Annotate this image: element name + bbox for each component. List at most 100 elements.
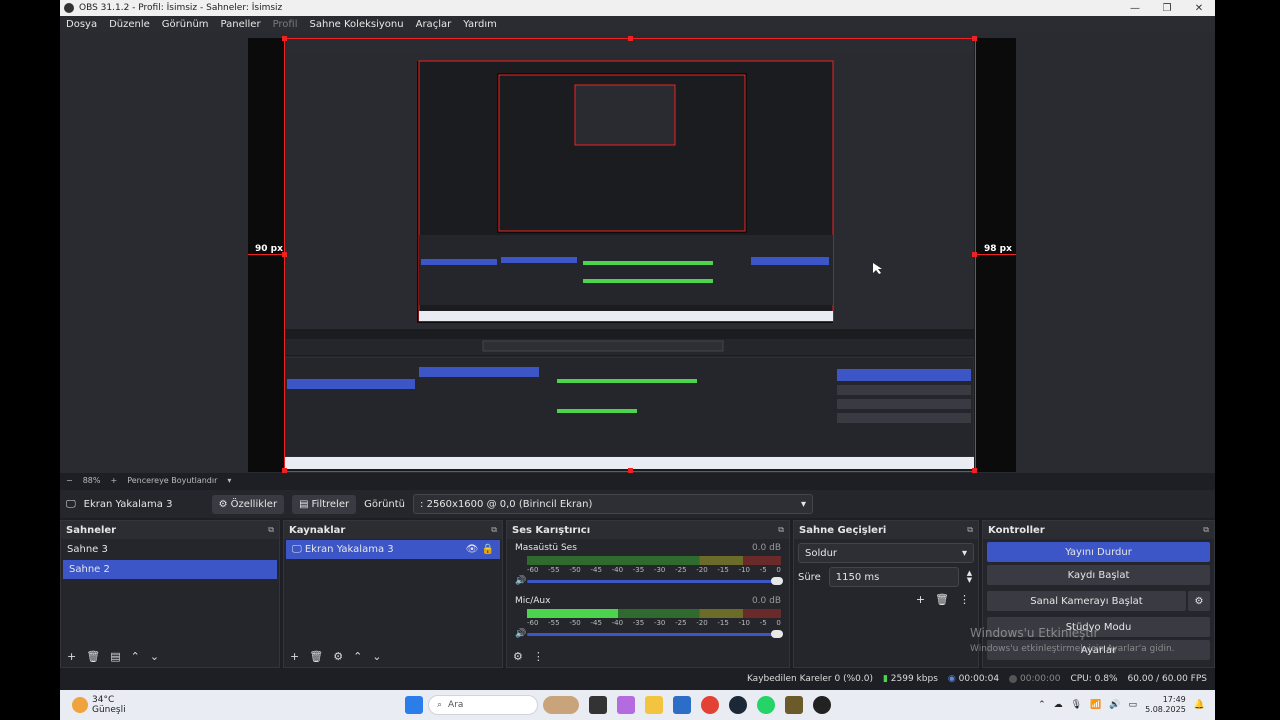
notifications-icon[interactable]: 🔔 <box>1194 700 1205 710</box>
preview-area[interactable]: 90 px 98 px <box>60 32 1215 473</box>
file-explorer-icon[interactable] <box>645 696 663 714</box>
display-select-value: : 2560x1600 @ 0,0 (Birincil Ekran) <box>420 498 593 510</box>
volume-slider[interactable] <box>527 576 783 585</box>
wifi-icon[interactable]: 📶 <box>1090 700 1101 710</box>
mixer-channel-desktop: Masaüstü Ses 0.0 dB -60 -55 -50 -45 -40 -35 -30… <box>507 539 789 586</box>
taskbar-search[interactable]: ⌕ Ara <box>428 695 538 715</box>
resize-handle[interactable] <box>282 36 287 41</box>
zoom-out-button[interactable]: − <box>66 476 73 485</box>
trash-icon[interactable]: 🗑 <box>309 650 323 663</box>
system-tray: ⌃ ☁ 🎙 📶 🔊 ▭ 17:49 5.08.2025 🔔 <box>1038 695 1215 715</box>
undock-icon[interactable]: ⧉ <box>778 525 784 535</box>
scenes-toolbar: + 🗑 ▤ ⌃ ⌄ <box>67 650 159 663</box>
volume-slider[interactable] <box>527 629 783 638</box>
screen-capture-source[interactable] <box>284 38 976 472</box>
virtual-camera-settings-button[interactable]: ⚙ <box>1188 591 1210 611</box>
chevron-up-icon[interactable]: ⌃ <box>131 650 140 663</box>
menu-yardim[interactable]: Yardım <box>463 19 497 30</box>
menu-gorunum[interactable]: Görünüm <box>162 19 209 30</box>
undock-icon[interactable]: ⧉ <box>1203 525 1209 535</box>
chevron-up-icon[interactable]: ⌃ <box>353 650 362 663</box>
chevron-down-icon[interactable]: ⌄ <box>150 650 159 663</box>
menu-profil[interactable]: Profil <box>273 19 298 30</box>
menu-paneller[interactable]: Paneller <box>221 19 261 30</box>
display-label: Görüntü <box>364 498 406 510</box>
weather-condition: Güneşli <box>92 705 126 715</box>
zoom-in-button[interactable]: + <box>110 476 117 485</box>
chevron-down-icon[interactable]: ⌄ <box>372 650 381 663</box>
source-item[interactable]: 🖵 Ekran Yakalama 3 👁 🔒 <box>286 540 500 559</box>
resize-handle[interactable] <box>628 36 633 41</box>
weather-widget[interactable]: 34°C Güneşli <box>60 695 400 715</box>
lock-icon[interactable]: 🔒 <box>482 544 494 555</box>
spin-arrows-icon[interactable]: ▲ ▼ <box>967 570 972 584</box>
maximize-icon[interactable]: ❐ <box>1151 3 1183 14</box>
more-options-icon[interactable]: ⋮ <box>533 650 544 663</box>
widgets-icon[interactable] <box>543 696 579 714</box>
add-icon[interactable]: + <box>916 593 925 606</box>
task-view-icon[interactable] <box>589 696 607 714</box>
volume-slider-knob[interactable] <box>771 629 783 638</box>
filters-button[interactable]: ▤ Filtreler <box>292 494 357 514</box>
meter-tick-label: -25 <box>675 619 687 627</box>
meter-tick-label: -60 <box>527 566 539 574</box>
speaker-icon[interactable]: 🔊 <box>515 629 527 639</box>
add-icon[interactable]: + <box>67 650 76 663</box>
gear-icon[interactable]: ⚙ <box>333 650 343 663</box>
advanced-audio-icon[interactable]: ⚙ <box>513 650 523 663</box>
properties-button[interactable]: ⚙ Özellikler <box>211 494 285 514</box>
meter-tick-label: -40 <box>611 619 624 627</box>
windows-start-icon[interactable] <box>405 696 423 714</box>
chevron-down-icon[interactable]: ▾ <box>227 476 231 485</box>
clock[interactable]: 17:49 5.08.2025 <box>1145 695 1186 715</box>
more-options-icon[interactable]: ⋮ <box>959 593 970 606</box>
preview-canvas[interactable] <box>248 36 1016 473</box>
game-icon[interactable] <box>785 696 803 714</box>
scene-item[interactable]: Sahne 2 <box>63 560 277 579</box>
add-icon[interactable]: + <box>290 650 299 663</box>
taskbar: 34°C Güneşli ⌕ Ara ⌃ ☁ 🎙 📶 🔊 ▭ 17:49 5.08.… <box>60 690 1215 720</box>
volume-icon[interactable]: 🔊 <box>1109 700 1120 710</box>
close-icon[interactable]: ✕ <box>1183 3 1215 14</box>
chrome-icon[interactable] <box>701 696 719 714</box>
chevron-up-icon[interactable]: ⌃ <box>1038 700 1046 710</box>
meter-tick-label: -5 <box>759 619 767 627</box>
meter-tick-label: -30 <box>653 619 666 627</box>
menu-dosya[interactable]: Dosya <box>66 19 97 30</box>
meter-tick-label: -20 <box>696 566 708 574</box>
volume-meter <box>527 556 781 565</box>
copilot-icon[interactable] <box>617 696 635 714</box>
minimize-icon[interactable]: — <box>1119 3 1151 14</box>
duration-input[interactable]: 1150 ms <box>828 567 959 587</box>
speaker-icon[interactable]: 🔊 <box>515 576 527 586</box>
battery-icon[interactable]: ▭ <box>1129 700 1138 710</box>
active-source-name: Ekran Yakalama 3 <box>83 498 173 510</box>
store-icon[interactable] <box>673 696 691 714</box>
undock-icon[interactable]: ⧉ <box>268 525 274 535</box>
stop-stream-button[interactable]: Yayını Durdur <box>987 542 1210 562</box>
source-item-label: Ekran Yakalama 3 <box>304 544 394 555</box>
scene-item[interactable]: Sahne 3 <box>61 540 279 559</box>
trash-icon[interactable]: 🗑 <box>86 650 100 663</box>
cloud-icon[interactable]: ☁ <box>1054 700 1063 710</box>
steam-icon[interactable] <box>729 696 747 714</box>
menu-araclar[interactable]: Araçlar <box>416 19 452 30</box>
menu-sahne-koleksiyonu[interactable]: Sahne Koleksiyonu <box>310 19 404 30</box>
eye-icon[interactable]: 👁 <box>466 544 479 555</box>
transition-select[interactable]: Soldur ▾ <box>798 543 974 563</box>
filter-icon[interactable]: ▤ <box>110 650 120 663</box>
fit-to-window-button[interactable]: Pencereye Boyutlandır <box>127 476 217 485</box>
resize-handle[interactable] <box>972 36 977 41</box>
display-select[interactable]: : 2560x1600 @ 0,0 (Birincil Ekran) ▾ <box>413 494 814 514</box>
menu-duzenle[interactable]: Düzenle <box>109 19 150 30</box>
start-virtual-camera-button[interactable]: Sanal Kamerayı Başlat <box>987 591 1186 611</box>
cpu-usage: CPU: 0.8% <box>1070 674 1118 684</box>
whatsapp-icon[interactable] <box>757 696 775 714</box>
start-recording-button[interactable]: Kaydı Başlat <box>987 565 1210 585</box>
undock-icon[interactable]: ⧉ <box>491 525 497 535</box>
trash-icon[interactable]: 🗑 <box>935 593 949 606</box>
volume-slider-knob[interactable] <box>771 576 783 585</box>
undock-icon[interactable]: ⧉ <box>967 525 973 535</box>
obs-taskbar-icon[interactable] <box>813 696 831 714</box>
microphone-icon[interactable]: 🎙 <box>1071 700 1082 710</box>
